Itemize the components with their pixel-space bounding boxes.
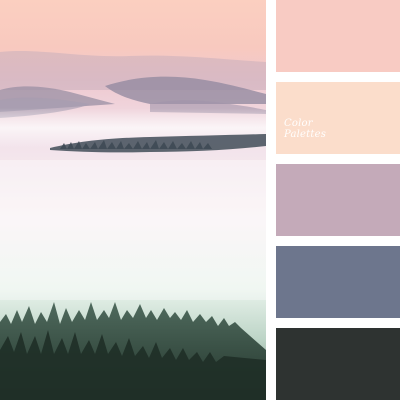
swatch-pink [276,0,400,72]
swatch-slate-blue [276,246,400,318]
foggy-forest-photo [0,0,266,400]
watermark-line-1: Color [284,118,313,129]
watermark-line-2: Palettes [284,129,327,140]
color-palette-card: Color Palettes [0,0,400,400]
swatch-mauve [276,164,400,236]
watermark-logo: Color Palettes [284,118,326,140]
swatch-charcoal [276,328,400,400]
foggy-forest-image [0,0,266,400]
